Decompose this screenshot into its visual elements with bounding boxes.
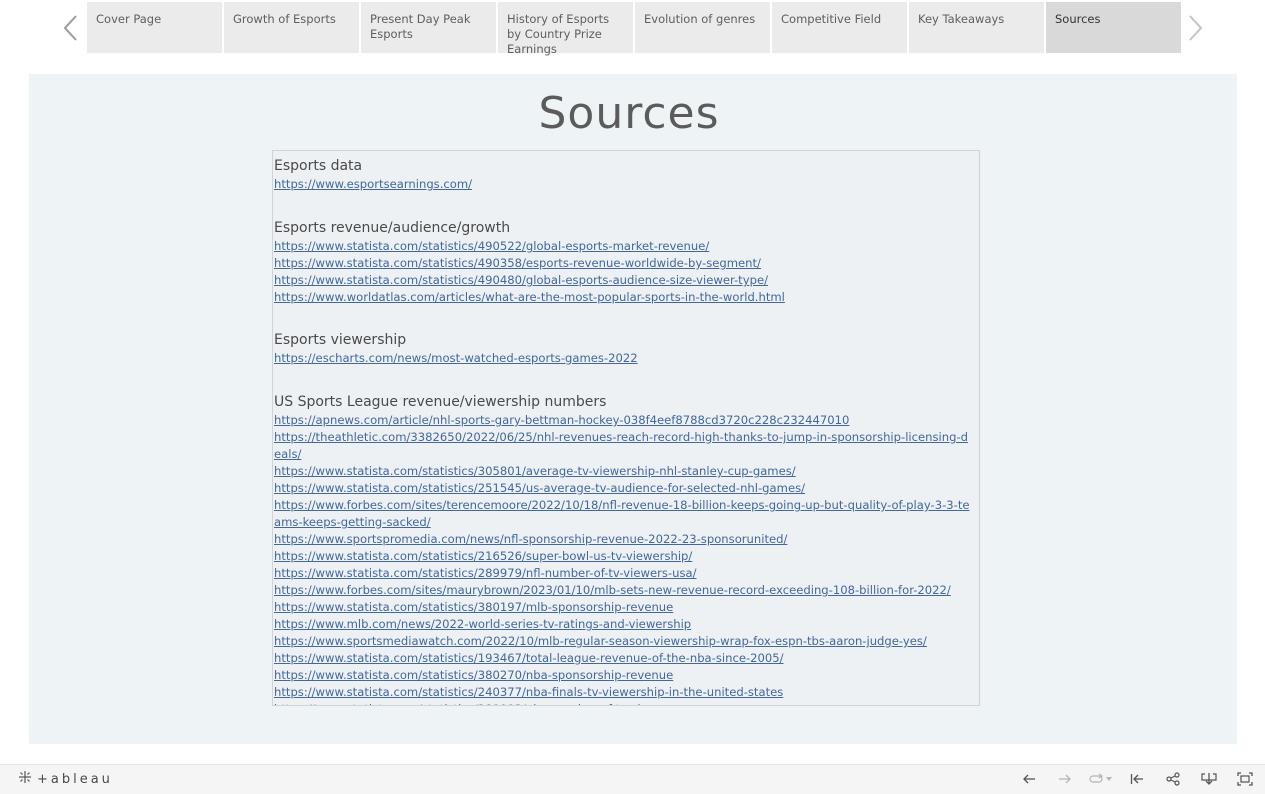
download-icon [1201,772,1217,786]
chevron-right-icon [1184,10,1206,46]
chevron-left-icon [60,10,82,46]
tableau-logo-text: +ableau [37,771,113,787]
source-section: US Sports League revenue/viewership numb… [274,392,979,705]
source-link[interactable]: https://www.statista.com/statistics/1934… [274,650,974,667]
source-section: Esports data https://www.esportsearnings.… [274,156,979,193]
source-link[interactable]: https://www.esportsearnings.com/ [274,176,974,193]
revert-button[interactable] [1089,769,1113,789]
story-tab[interactable]: Present Day Peak Esports [361,2,496,53]
undo-button[interactable] [1019,769,1039,789]
source-section: Esports revenue/audience/growth https://w… [274,218,979,306]
share-icon [1166,772,1180,786]
source-link[interactable]: https://www.sportspromedia.com/news/nfl-… [274,531,974,548]
source-link[interactable]: https://www.statista.com/statistics/4904… [274,272,974,289]
source-link[interactable]: https://www.statista.com/statistics/3801… [274,599,974,616]
page-title: Sources [538,88,720,139]
story-navigator: Cover Page Growth of Esports Present Day P… [0,0,1265,56]
source-link[interactable]: https://www.forbes.com/sites/terencemoor… [274,497,974,531]
toolbar-buttons [1003,769,1255,789]
tableau-logo[interactable]: +ableau [18,769,113,789]
redo-icon [1058,773,1072,785]
story-tab[interactable]: Evolution of genres [635,2,770,53]
source-link[interactable]: https://www.sportsmediawatch.com/2022/10… [274,633,974,650]
source-link[interactable]: https://www.statista.com/statistics/3802… [274,667,974,684]
story-tab[interactable]: History of Esports by Country Prize Earn… [498,2,633,56]
fullscreen-button[interactable] [1235,769,1255,789]
story-tab[interactable]: Growth of Esports [224,2,359,53]
source-link[interactable]: https://www.statista.com/statistics/2403… [274,684,974,701]
section-heading: Esports viewership [274,332,407,348]
source-link[interactable]: https://www.statista.com/statistics/2165… [274,548,974,565]
source-section: Esports viewership https://escharts.com/n… [274,330,979,367]
story-tabs: Cover Page Growth of Esports Present Day P… [87,2,1183,56]
story-tab[interactable]: Key Takeaways [909,2,1044,53]
share-button[interactable] [1163,769,1183,789]
source-link[interactable]: https://www.statista.com/statistics/2899… [274,701,974,705]
source-link[interactable]: https://www.statista.com/statistics/2515… [274,480,974,497]
source-link[interactable]: https://theathletic.com/3382650/2022/06/… [274,429,974,463]
story-tab[interactable]: Cover Page [87,2,222,53]
redo-button[interactable] [1055,769,1075,789]
source-link[interactable]: https://www.statista.com/statistics/2899… [274,565,974,582]
fullscreen-icon [1237,772,1253,786]
tableau-logo-icon [18,770,37,788]
source-link[interactable]: https://www.mlb.com/news/2022-world-seri… [274,616,974,633]
source-link[interactable]: https://apnews.com/article/nhl-sports-ga… [274,412,974,429]
story-tab[interactable]: Competitive Field [772,2,907,53]
section-heading: Esports revenue/audience/growth [274,220,511,236]
source-link[interactable]: https://www.statista.com/statistics/3058… [274,463,974,480]
source-link[interactable]: https://www.forbes.com/sites/maurybrown/… [274,582,974,599]
dashboard-canvas: Sources Esports data https://www.esportse… [29,74,1237,744]
source-link[interactable]: https://escharts.com/news/most-watched-e… [274,350,974,367]
source-link[interactable]: https://www.statista.com/statistics/4905… [274,238,974,255]
source-link[interactable]: https://www.worldatlas.com/articles/what… [274,289,974,306]
next-story-point-button[interactable] [1184,10,1206,46]
sources-text-box: Esports data https://www.esportsearnings.… [272,150,980,706]
dropdown-icon [1105,776,1113,782]
undo-icon [1022,773,1036,785]
download-button[interactable] [1199,769,1219,789]
tableau-toolbar: +ableau [0,764,1265,794]
reset-button[interactable] [1127,769,1147,789]
story-tab[interactable]: Sources [1046,2,1181,53]
previous-story-point-button[interactable] [60,10,82,46]
revert-icon [1089,773,1105,785]
reset-icon [1130,773,1144,785]
section-heading: Esports data [274,158,363,174]
section-heading: US Sports League revenue/viewership numb… [274,394,607,410]
source-link[interactable]: https://www.statista.com/statistics/4903… [274,255,974,272]
